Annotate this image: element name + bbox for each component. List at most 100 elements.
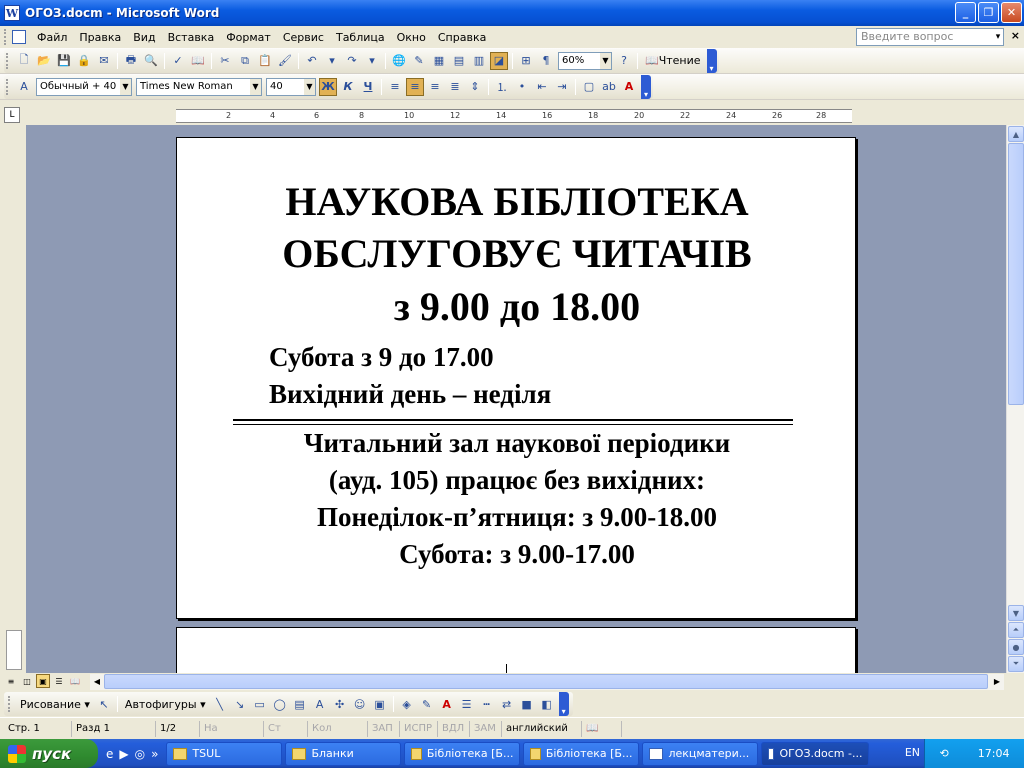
bold-button[interactable]: Ж (319, 77, 337, 96)
research-icon[interactable]: 📖 (189, 52, 207, 70)
clock[interactable]: 17:04 (978, 747, 1010, 760)
menu-grip[interactable] (4, 29, 8, 45)
taskbar-item[interactable]: лекцматери... (642, 741, 759, 766)
menu-format[interactable]: Формат (220, 29, 277, 46)
taskbar-item[interactable]: TSUL (166, 741, 283, 766)
bullets-icon[interactable]: • (513, 78, 531, 96)
justify-icon[interactable]: ≣ (446, 78, 464, 96)
scroll-left-icon[interactable]: ◀ (90, 674, 104, 688)
status-overtype[interactable]: ЗАМ (470, 720, 502, 737)
minimize-button[interactable]: _ (955, 2, 976, 23)
highlight-icon[interactable]: ab (600, 78, 618, 96)
copy-icon[interactable]: ⧉ (236, 52, 254, 70)
browser-icon[interactable]: ◎ (135, 747, 145, 761)
undo-icon[interactable]: ↶ (303, 52, 321, 70)
menu-window[interactable]: Окно (391, 29, 432, 46)
menu-edit[interactable]: Правка (73, 29, 127, 46)
line-color-icon[interactable]: ✎ (418, 695, 436, 713)
numbering-icon[interactable]: ⒈ (493, 78, 511, 96)
menu-table[interactable]: Таблица (330, 29, 391, 46)
line-style-icon[interactable]: ☰ (458, 695, 476, 713)
align-center-icon[interactable]: ≡ (406, 77, 424, 96)
horizontal-scroll-thumb[interactable] (104, 674, 988, 689)
autoshapes-button[interactable]: Автофигуры ▾ (121, 698, 210, 711)
print-preview-icon[interactable]: 🔍 (142, 52, 160, 70)
insert-table-icon[interactable]: ▦ (430, 52, 448, 70)
styles-icon[interactable]: A (15, 78, 33, 96)
network-icon[interactable]: ⟲ (940, 747, 949, 760)
decrease-indent-icon[interactable]: ⇤ (533, 78, 551, 96)
undo-dropdown-icon[interactable]: ▾ (323, 52, 341, 70)
status-language[interactable]: английский (502, 720, 582, 737)
vertical-scrollbar[interactable]: ▲ ▼ ⏶ ● ⏷ (1006, 125, 1024, 673)
borders-icon[interactable]: ▢ (580, 78, 598, 96)
toolbar-options-icon[interactable]: ▾ (558, 692, 569, 716)
textbox-icon[interactable]: ▤ (291, 695, 309, 713)
open-folder-icon[interactable]: 📂 (35, 52, 53, 70)
email-icon[interactable]: ✉ (95, 52, 113, 70)
taskbar-item[interactable]: Бібліотека [Б... (404, 741, 521, 766)
next-page-icon[interactable]: ⏷ (1008, 656, 1024, 672)
status-record[interactable]: ЗАП (368, 720, 400, 737)
internet-explorer-icon[interactable]: e (106, 747, 113, 761)
columns-icon[interactable]: ▥ (470, 52, 488, 70)
clipart-icon[interactable]: ☺ (351, 695, 369, 713)
italic-button[interactable]: К (339, 78, 357, 96)
redo-dropdown-icon[interactable]: ▾ (363, 52, 381, 70)
spelling-status-icon[interactable]: 📖 (582, 720, 622, 737)
paste-icon[interactable]: 📋 (256, 52, 274, 70)
hyperlink-icon[interactable]: 🌐 (390, 52, 408, 70)
fill-color-icon[interactable]: ◈ (398, 695, 416, 713)
diagram-icon[interactable]: ✣ (331, 695, 349, 713)
close-button[interactable]: ✕ (1001, 2, 1022, 23)
font-color-icon[interactable]: A (438, 695, 456, 713)
horizontal-ruler[interactable]: 2 4 6 8 10 12 14 16 18 20 22 24 26 28 (176, 109, 852, 123)
print-icon[interactable]: 🖶 (122, 52, 140, 70)
menu-view[interactable]: Вид (127, 29, 161, 46)
document-close-icon[interactable]: × (1011, 29, 1020, 42)
vertical-scroll-thumb[interactable] (1008, 143, 1024, 405)
taskbar-item[interactable]: Бібліотека [Б... (523, 741, 640, 766)
arrow-icon[interactable]: ↘ (231, 695, 249, 713)
spelling-icon[interactable]: ✓ (169, 52, 187, 70)
reading-view-icon[interactable]: 📖 (68, 674, 82, 688)
font-size-dropdown-icon[interactable]: ▼ (304, 78, 315, 95)
format-painter-icon[interactable]: 🖌 (276, 52, 294, 70)
line-spacing-icon[interactable]: ⇕ (466, 78, 484, 96)
rectangle-icon[interactable]: ▭ (251, 695, 269, 713)
3d-style-icon[interactable]: ◧ (538, 695, 556, 713)
outline-view-icon[interactable]: ☰ (52, 674, 66, 688)
expand-icon[interactable]: » (151, 747, 158, 761)
font-size-select[interactable]: 40 ▼ (266, 77, 316, 96)
picture-icon[interactable]: ▣ (371, 695, 389, 713)
tab-selector-icon[interactable]: L (4, 107, 20, 123)
line-icon[interactable]: ╲ (211, 695, 229, 713)
scroll-up-icon[interactable]: ▲ (1008, 126, 1024, 142)
font-select[interactable]: Times New Roman ▼ (136, 77, 262, 96)
menu-file[interactable]: Файл (31, 29, 73, 46)
vertical-ruler[interactable] (0, 125, 26, 673)
insert-excel-icon[interactable]: ▤ (450, 52, 468, 70)
document-workspace[interactable]: НАУКОВА БІБЛІОТЕКА ОБСЛУГОВУЄ ЧИТАЧІВ з … (26, 125, 1006, 673)
toolbar-options-icon[interactable]: ▾ (641, 74, 651, 99)
start-button[interactable]: пуск (0, 739, 98, 768)
toolbar-grip[interactable] (6, 78, 10, 95)
print-layout-icon[interactable]: ▣ (36, 674, 50, 688)
drawing-icon[interactable]: ◪ (490, 51, 508, 70)
underline-button[interactable]: Ч (359, 78, 377, 96)
wordart-icon[interactable]: A (311, 695, 329, 713)
help-icon[interactable]: ? (615, 52, 633, 70)
tables-borders-icon[interactable]: ✎ (410, 52, 428, 70)
menu-insert[interactable]: Вставка (162, 29, 221, 46)
drawing-menu-button[interactable]: Рисование ▾ (16, 698, 94, 711)
new-document-icon[interactable]: 🗋 (15, 52, 33, 70)
toolbar-grip[interactable] (6, 52, 10, 69)
media-player-icon[interactable]: ▶ (119, 747, 128, 761)
document-map-icon[interactable]: ⊞ (517, 52, 535, 70)
show-hide-icon[interactable]: ¶ (537, 52, 555, 70)
select-objects-icon[interactable]: ↖ (95, 695, 113, 713)
taskbar-item[interactable]: Бланки (285, 741, 402, 766)
save-icon[interactable]: 💾 (55, 52, 73, 70)
permission-icon[interactable]: 🔒 (75, 52, 93, 70)
scroll-right-icon[interactable]: ▶ (990, 674, 1004, 688)
